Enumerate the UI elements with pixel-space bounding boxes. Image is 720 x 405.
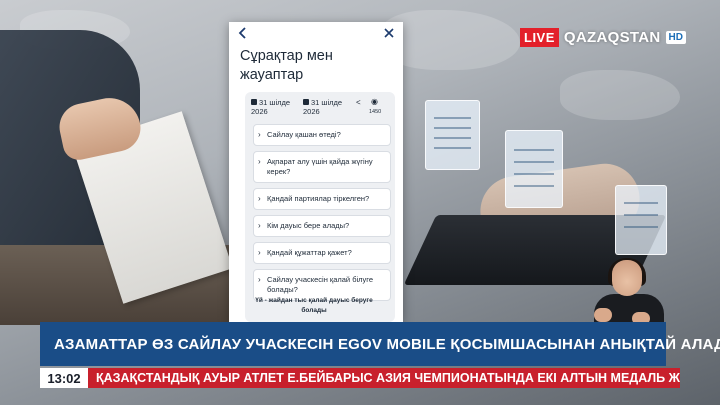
faq-question: Қандай құжаттар қажет?: [267, 248, 352, 257]
back-arrow-icon[interactable]: [236, 26, 250, 40]
faq-item[interactable]: › Қандай партиялар тіркелген?: [253, 188, 391, 210]
calendar-icon: [251, 99, 257, 105]
update-date: 31 шілде 2026: [303, 98, 351, 116]
faq-question: Кім дауыс бере алады?: [267, 221, 350, 230]
faq-item[interactable]: › Сайлау қашан өтеді?: [253, 124, 391, 146]
phone-top-bar: [229, 22, 403, 44]
chevron-right-icon: ›: [258, 221, 261, 230]
faq-list: › Сайлау қашан өтеді? › Ақпарат алу үшін қ…: [253, 124, 391, 306]
calendar-edit-icon: [303, 99, 309, 105]
faq-question: Ақпарат алу үшін қайда жүгіну керек?: [267, 157, 373, 176]
meta-row: 31 шілде 2026 31 шілде 2026 < ◉ 1450: [249, 97, 391, 120]
faq-question: Сайлау қашан өтеді?: [267, 130, 341, 139]
faq-item[interactable]: › Қандай құжаттар қажет?: [253, 242, 391, 264]
headline-bar: АЗАМАТТАР ӨЗ САЙЛАУ УЧАСКЕСІН EGOV MOBIL…: [40, 322, 720, 366]
world-map-shape: [560, 70, 680, 120]
faq-question: Сайлау учаскесін қалай білуге болады?: [267, 275, 374, 294]
phone-screenshot: Сұрақтар мен жауаптар 31 шілде 2026 31 ш…: [229, 22, 403, 322]
chevron-right-icon: ›: [258, 157, 261, 166]
publish-date: 31 шілде 2026: [251, 98, 299, 116]
chevron-right-icon: ›: [258, 275, 261, 284]
news-ticker: 13:02 ҚАЗАҚСТАНДЫҚ АУЫР АТЛЕТ Е.БЕЙБАРЫС…: [40, 368, 680, 388]
chevron-right-icon: ›: [258, 248, 261, 257]
ticker-clock: 13:02: [40, 368, 88, 388]
faq-item[interactable]: › Кім дауыс бере алады?: [253, 215, 391, 237]
eye-icon: ◉: [371, 97, 378, 106]
ticker-text: ҚАЗАҚСТАНДЫҚ АУЫР АТЛЕТ Е.БЕЙБАРЫС АЗИЯ …: [88, 368, 680, 388]
hd-badge: HD: [665, 31, 686, 44]
faq-question-partial: Үй - жайдан тыс қалай дауыс беруге болад…: [255, 297, 373, 314]
faq-item[interactable]: › Ақпарат алу үшін қайда жүгіну керек?: [253, 151, 391, 183]
channel-logo: LIVE QAZAQSTAN HD: [520, 28, 686, 47]
live-badge: LIVE: [520, 28, 559, 47]
channel-name: QAZAQSTAN: [563, 29, 661, 46]
close-icon[interactable]: [382, 26, 396, 40]
interpreter-hand: [594, 308, 612, 322]
view-count: 1450: [369, 109, 382, 115]
document-icon: [425, 100, 480, 170]
faq-question: Қандай партиялар тіркелген?: [267, 194, 370, 203]
share-icon[interactable]: <: [356, 98, 361, 107]
headline-text: АЗАМАТТАР ӨЗ САЙЛАУ УЧАСКЕСІН EGOV MOBIL…: [54, 335, 720, 353]
chevron-right-icon: ›: [258, 194, 261, 203]
document-icon: [615, 185, 667, 255]
faq-card: 31 шілде 2026 31 шілде 2026 < ◉ 1450 › Са…: [245, 92, 395, 322]
document-icon: [505, 130, 563, 208]
page-title: Сұрақтар мен жауаптар: [240, 48, 333, 83]
interpreter-face: [612, 260, 642, 296]
chevron-right-icon: ›: [258, 130, 261, 139]
